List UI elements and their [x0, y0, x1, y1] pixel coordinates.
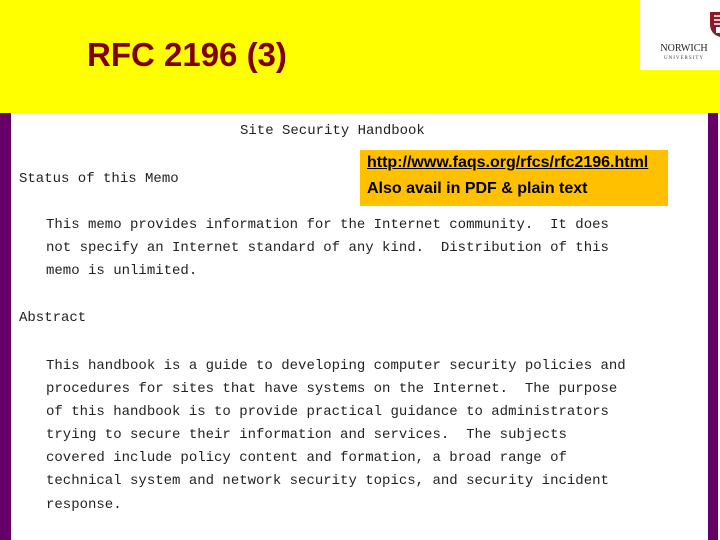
status-line: This memo provides information for the I… — [46, 217, 609, 233]
abstract-line: covered include policy content and forma… — [46, 450, 567, 466]
right-side-bar — [708, 113, 718, 540]
logo-subtitle: UNIVERSITY — [664, 56, 704, 61]
status-line: memo is unlimited. — [46, 263, 198, 279]
abstract-line: technical system and network security to… — [46, 473, 609, 489]
slide-header: RFC 2196 (3) NORWICH UNIVERSITY — [0, 0, 720, 113]
section-title-status: Status of this Memo — [19, 171, 179, 187]
document-heading: Site Security Handbook — [240, 123, 425, 139]
abstract-line: This handbook is a guide to developing c… — [46, 358, 626, 374]
status-line: not specify an Internet standard of any … — [46, 240, 609, 256]
university-logo: NORWICH UNIVERSITY — [640, 0, 720, 70]
left-side-bar — [0, 113, 11, 540]
abstract-line: trying to secure their information and s… — [46, 427, 567, 443]
university-shield-icon — [710, 12, 720, 37]
abstract-line: of this handbook is to provide practical… — [46, 404, 609, 420]
section-title-abstract: Abstract — [19, 310, 87, 326]
slide-title: RFC 2196 (3) — [87, 36, 287, 73]
logo-name: NORWICH — [660, 43, 708, 54]
abstract-line: procedures for sites that have systems o… — [46, 381, 618, 397]
rfc-link[interactable]: http://www.faqs.org/rfcs/rfc2196.html — [367, 154, 648, 172]
callout-note: Also avail in PDF & plain text — [367, 180, 588, 197]
abstract-line: response. — [46, 497, 122, 513]
